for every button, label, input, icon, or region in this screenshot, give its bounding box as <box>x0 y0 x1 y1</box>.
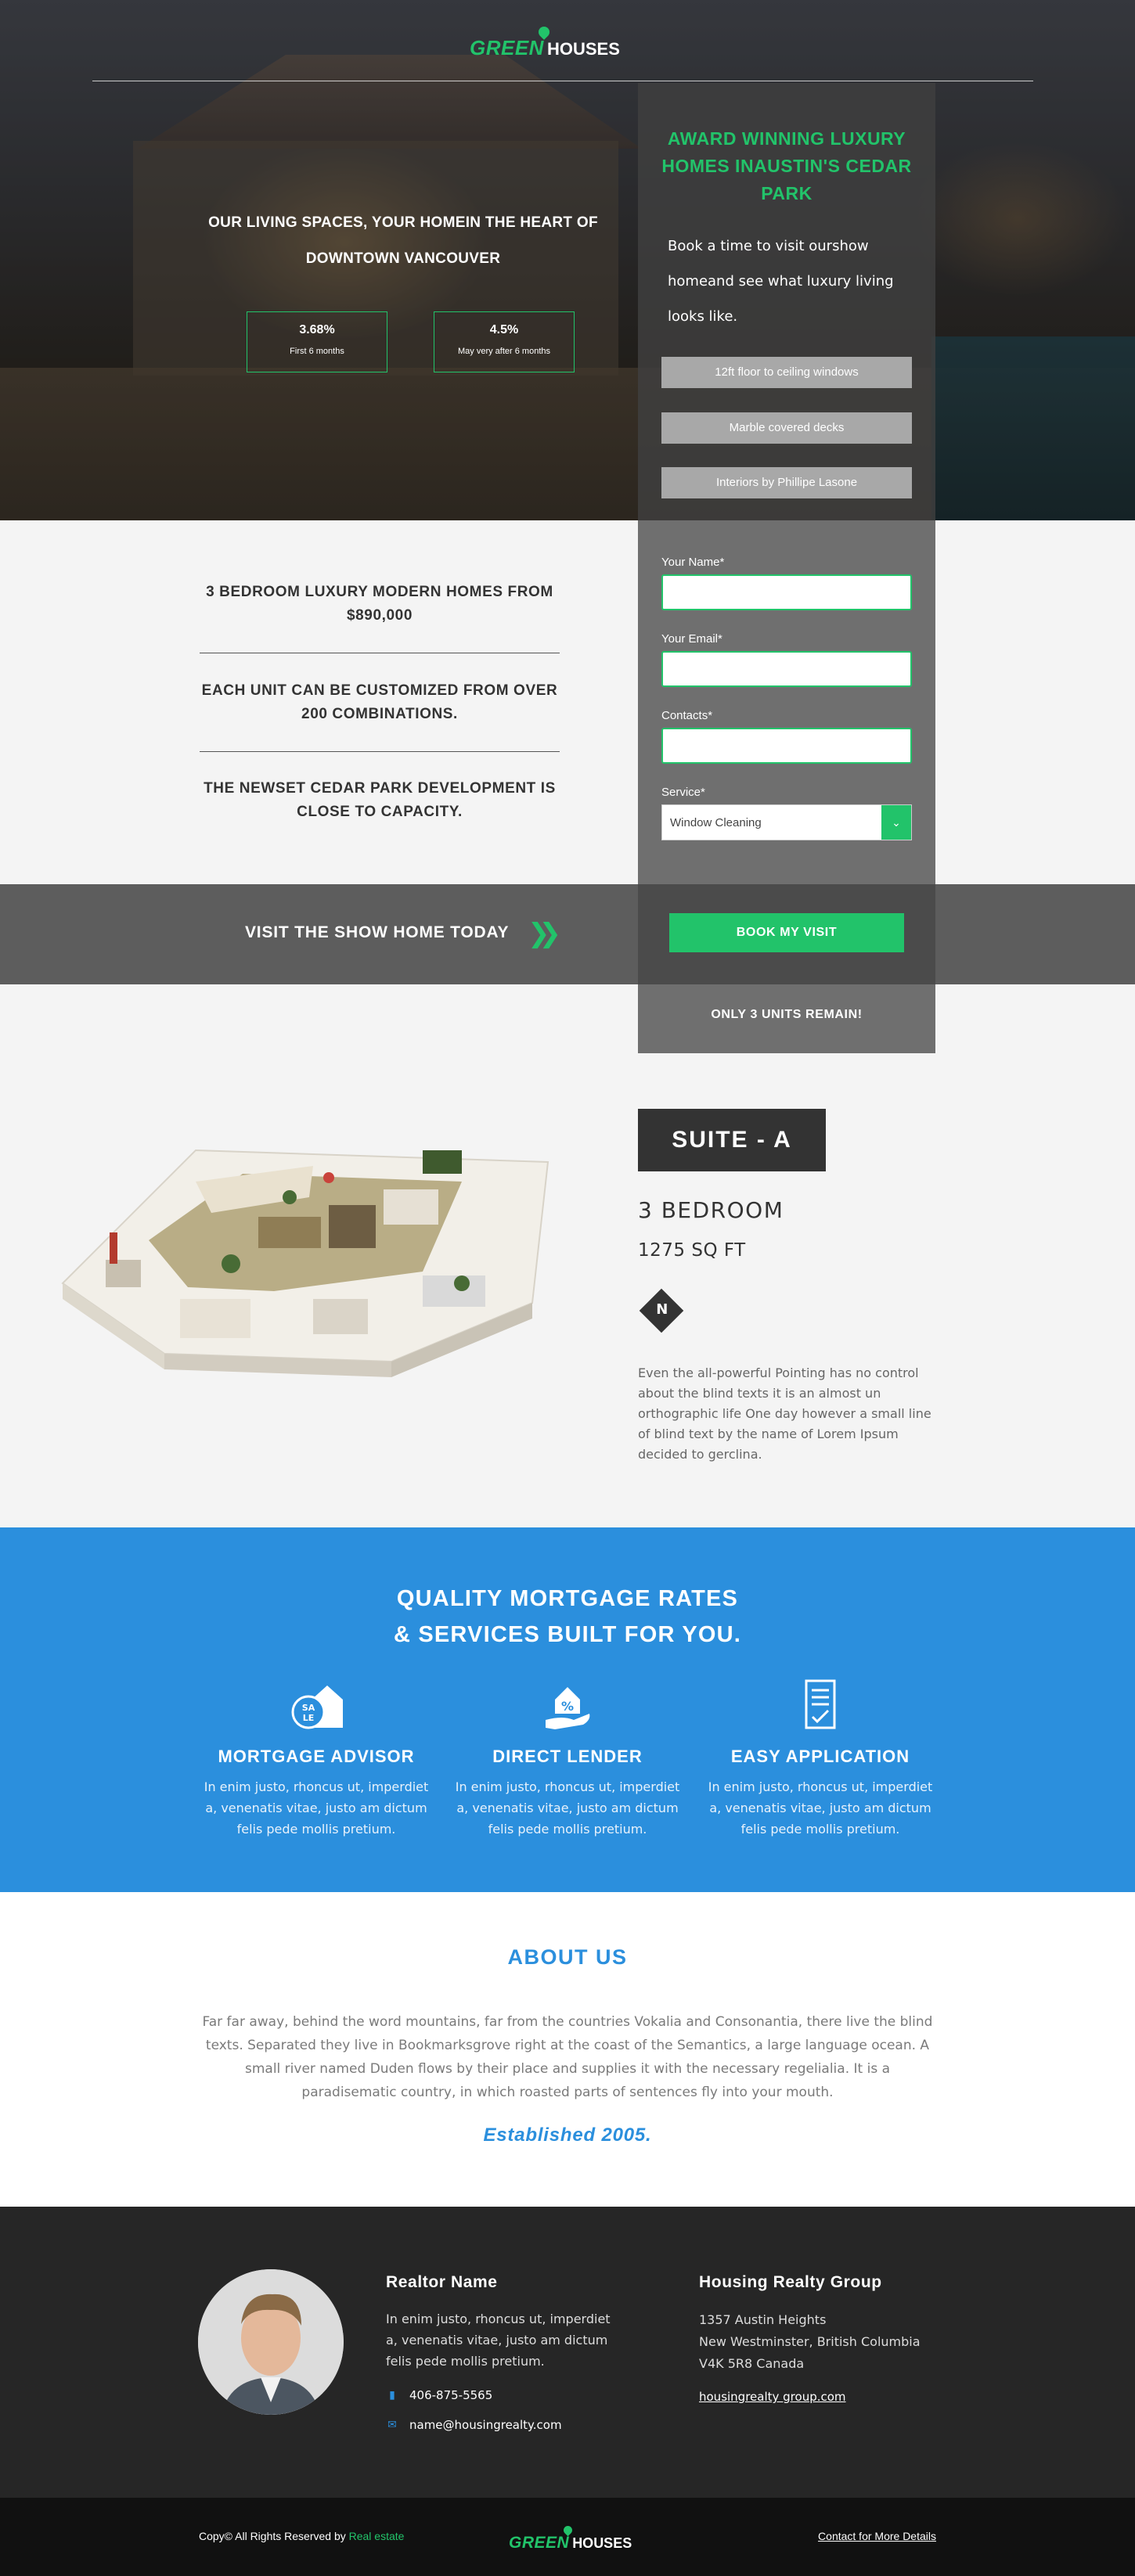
site-logo[interactable]: GREEN HOUSES <box>470 24 620 60</box>
mortgage-title-line: QUALITY MORTGAGE RATES <box>396 1586 739 1611</box>
about-title: ABOUT US <box>507 1945 628 1969</box>
service-select[interactable]: Window Cleaning ⌄ <box>661 804 912 840</box>
panel-feature-button[interactable]: Interiors by Phillipe Lasone <box>661 467 912 498</box>
panel-feature-button[interactable]: 12ft floor to ceiling windows <box>661 357 912 388</box>
copyright-text: Copy© All Rights Reserved by Real estate <box>199 2530 404 2542</box>
logo-white-text: HOUSES <box>546 39 620 59</box>
panel-title: AWARD WINNING LUXURY HOMES INAUSTIN'S CE… <box>661 128 912 203</box>
feature-text: THE NEWSET CEDAR PARK DEVELOPMENT IS CLO… <box>204 780 556 820</box>
mortgage-title: QUALITY MORTGAGE RATES & SERVICES BUILT … <box>0 1581 1135 1653</box>
floor-plan-illustration <box>61 1149 549 1377</box>
percent-house-hand-icon: % <box>546 1687 590 1729</box>
rate-caption: First 6 months <box>290 347 344 356</box>
about-text: Far far away, behind the word mountains,… <box>202 2014 933 2100</box>
envelope-icon: ✉ <box>387 2419 397 2431</box>
mortgage-title-line: & SERVICES BUILT FOR YOU. <box>393 1622 742 1647</box>
contacts-label: Contacts* <box>661 709 713 722</box>
service-title: EASY APPLICATION <box>730 1747 910 1766</box>
sale-house-icon: SA LE <box>291 1686 343 1729</box>
email-label: Your Email* <box>661 632 722 646</box>
svg-text:%: % <box>561 1699 574 1714</box>
rate-caption: May very after 6 months <box>458 347 550 356</box>
rate-stat-box: 4.5% May very after 6 months <box>434 311 575 372</box>
address-line: New Westminster, British Columbia <box>699 2334 921 2349</box>
service-text: In enim justo, rhoncus ut, imperdiet a, … <box>204 1779 429 1837</box>
email-row[interactable]: ✉ name@housingrealty.com <box>386 2418 562 2432</box>
realtor-name: Realtor Name <box>386 2273 498 2291</box>
chevron-down-icon[interactable]: ⌄ <box>881 805 911 840</box>
logo-white-text: HOUSES <box>572 2535 632 2551</box>
compass-letter: N <box>656 1301 668 1319</box>
units-remaining-text: ONLY 3 UNITS REMAIN! <box>711 1008 863 1021</box>
email-field[interactable] <box>661 651 912 687</box>
service-column: EASY APPLICATION In enim justo, rhoncus … <box>703 1676 938 1840</box>
service-text: In enim justo, rhoncus ut, imperdiet a, … <box>455 1779 680 1837</box>
book-visit-button[interactable]: BOOK MY VISIT <box>669 913 904 952</box>
name-label: Your Name* <box>661 556 725 569</box>
service-column: % DIRECT LENDER In enim justo, rhoncus u… <box>450 1676 685 1840</box>
rate-value: 4.5% <box>489 323 519 336</box>
name-field[interactable] <box>661 574 912 610</box>
suite-square-feet: 1275 SQ FT <box>638 1240 746 1261</box>
feature-text: EACH UNIT CAN BE CUSTOMIZED FROM OVER 20… <box>201 682 558 722</box>
suite-badge: SUITE - A <box>638 1109 826 1171</box>
service-text: In enim justo, rhoncus ut, imperdiet a, … <box>708 1779 933 1837</box>
features-section <box>0 520 1135 884</box>
phone-row[interactable]: ▮ 406-875-5565 <box>386 2388 492 2402</box>
contacts-field[interactable] <box>661 728 912 764</box>
address-line: V4K 5R8 Canada <box>699 2356 805 2371</box>
panel-feature-button[interactable]: Marble covered decks <box>661 412 912 444</box>
service-title: DIRECT LENDER <box>492 1747 643 1766</box>
address-line: 1357 Austin Heights <box>699 2312 827 2327</box>
copyright-brand-link[interactable]: Real estate <box>349 2530 405 2542</box>
feature-text: 3 BEDROOM LUXURY MODERN HOMES FROM $890,… <box>206 584 553 624</box>
rate-value: 3.68% <box>299 323 335 336</box>
suite-bedrooms: 3 BEDROOM <box>638 1197 784 1223</box>
application-document-icon <box>805 1679 836 1729</box>
suite-description: Even the all-powerful Pointing has no co… <box>638 1365 931 1462</box>
double-chevron-right-icon: ❯❯ <box>528 918 561 949</box>
panel-intro: Book a time to visit ourshow homeand see… <box>668 238 894 325</box>
avatar <box>198 2269 344 2415</box>
visit-cta-text: VISIT THE SHOW HOME TODAY <box>245 923 510 941</box>
website-link[interactable]: housingrealty group.com <box>699 2390 846 2404</box>
contact-details-link[interactable]: Contact for More Details <box>818 2530 936 2542</box>
visit-bar <box>0 884 1135 984</box>
logo-green-text: GREEN <box>509 2534 570 2552</box>
svg-text:SA: SA <box>302 1703 315 1713</box>
service-selected-value: Window Cleaning <box>670 816 762 829</box>
svg-text:LE: LE <box>303 1713 315 1723</box>
realty-group-name: Housing Realty Group <box>699 2273 882 2291</box>
logo-green-text: GREEN <box>470 36 544 59</box>
rate-stat-box: 3.68% First 6 months <box>247 311 387 372</box>
realty-address: 1357 Austin Heights New Westminster, Bri… <box>699 2309 921 2375</box>
feature-divider <box>200 751 560 752</box>
phone-icon: ▮ <box>389 2389 395 2402</box>
copyright-label: Copy© All Rights Reserved by <box>199 2530 346 2542</box>
phone-number[interactable]: 406-875-5565 <box>409 2388 492 2402</box>
hero-headline: OUR LIVING SPACES, YOUR HOMEIN THE HEART… <box>208 214 598 267</box>
service-title: MORTGAGE ADVISOR <box>218 1747 415 1766</box>
footer-logo[interactable]: GREEN HOUSES <box>509 2524 632 2553</box>
email-address[interactable]: name@housingrealty.com <box>409 2418 562 2432</box>
service-column: SA LE MORTGAGE ADVISOR In enim justo, rh… <box>199 1676 434 1840</box>
service-label: Service* <box>661 786 705 799</box>
realtor-bio: In enim justo, rhoncus ut, imperdiet a, … <box>386 2312 611 2369</box>
established-text: Established 2005. <box>483 2124 652 2146</box>
